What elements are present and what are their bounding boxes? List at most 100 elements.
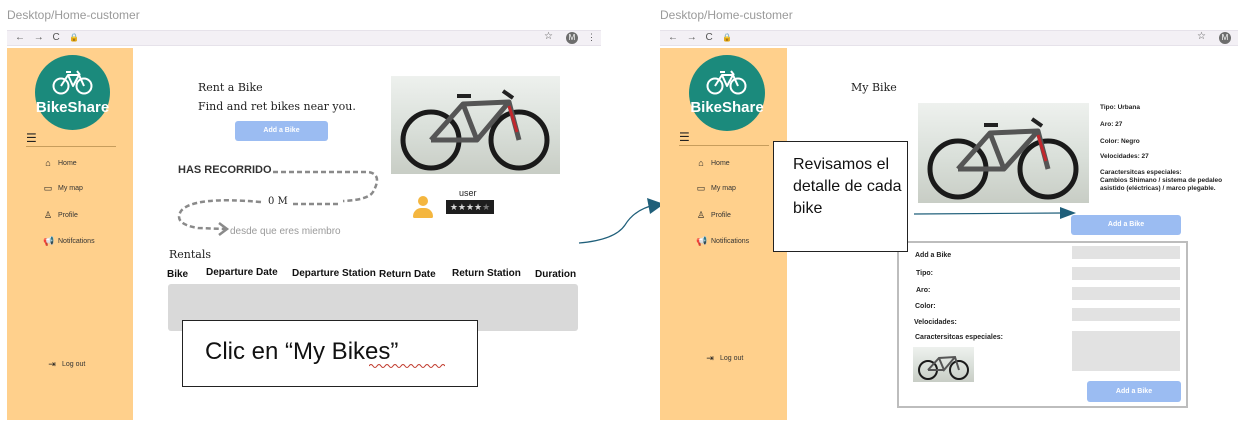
detail-tipo: Tipo: Urbana xyxy=(1100,104,1140,111)
folder-icon: ▭ xyxy=(696,183,706,193)
table-header: Departure Station xyxy=(292,268,376,279)
logout-button[interactable]: ⇥ Log out xyxy=(705,353,743,364)
browser-bar: ← → C 🔒 ☆ M xyxy=(660,30,1238,46)
sidebar-item-home[interactable]: ⌂ Home xyxy=(43,158,77,168)
logout-button[interactable]: ⇥ Log out xyxy=(47,359,85,370)
bike-image xyxy=(391,76,560,174)
star-icon[interactable]: ☆ xyxy=(544,31,553,42)
folder-icon: ▭ xyxy=(43,183,53,193)
menu-dots-icon[interactable]: ⋮ xyxy=(587,32,596,43)
hamburger-icon[interactable]: ☰ xyxy=(679,130,690,144)
divider xyxy=(26,146,116,147)
table-header: Bike xyxy=(167,269,189,280)
logo-text: BikeShare xyxy=(690,99,764,116)
callout-text: Clic en “My Bikes” xyxy=(205,338,399,365)
sidebar-item-home[interactable]: ⌂ Home xyxy=(696,158,730,168)
divider xyxy=(679,145,769,146)
lock-icon: 🔒 xyxy=(722,33,732,42)
submit-add-bike-button[interactable]: Add a Bike xyxy=(1087,381,1181,402)
aro-field[interactable] xyxy=(1072,287,1180,300)
callout-text: Revisamos el detalle de cada bike xyxy=(793,156,902,217)
sidebar-item-notifications[interactable]: 📢 Notifcations xyxy=(43,236,95,247)
rating-stars: ★★★★★ xyxy=(446,200,494,214)
flow-arrow xyxy=(578,198,664,244)
logout-label: Log out xyxy=(62,361,86,368)
especiales-field[interactable] xyxy=(1072,331,1180,371)
form-label-aro: Aro: xyxy=(916,287,931,294)
user-icon: ♙ xyxy=(696,210,706,220)
sidebar-item-label: Profile xyxy=(58,212,78,219)
callout-box: Revisamos el detalle de cada bike xyxy=(773,141,908,252)
sidebar: BikeShare ☰ ⌂ Home ▭ My map ♙ Profile 📢 … xyxy=(7,48,133,420)
pointer-arrow xyxy=(913,207,1076,219)
sidebar-item-profile[interactable]: ♙ Profile xyxy=(43,210,78,221)
sidebar-item-profile[interactable]: ♙ Profile xyxy=(696,210,731,221)
rentals-title: Rentals xyxy=(169,248,212,261)
add-bike-button[interactable]: Add a Bike xyxy=(1071,215,1181,235)
sidebar-item-label: Notifications xyxy=(711,238,750,245)
form-title: Add a Bike xyxy=(915,252,952,259)
screen-title: Desktop/Home-customer xyxy=(7,8,140,22)
form-label-color: Color: xyxy=(915,303,936,310)
color-field[interactable] xyxy=(1072,308,1180,321)
hamburger-icon[interactable]: ☰ xyxy=(26,131,37,145)
logout-label: Log out xyxy=(720,355,744,362)
form-label-especiales: Caractersitcas especiales: xyxy=(915,334,1003,341)
tipo-field[interactable] xyxy=(1072,267,1180,280)
distance-value: 0 M xyxy=(268,196,288,207)
rent-subtitle: Find and ret bikes near you. xyxy=(198,100,356,113)
bike-icon xyxy=(927,117,1079,200)
lock-icon: 🔒 xyxy=(69,33,79,42)
add-bike-form: Add a Bike Tipo: Aro: Color: Velocidades… xyxy=(897,241,1188,408)
sidebar-item-label: My map xyxy=(711,185,736,192)
sidebar-item-label: Home xyxy=(58,159,77,167)
page-title: My Bike xyxy=(851,81,897,94)
table-header: Departure Date xyxy=(206,267,278,278)
callout-box: Clic en “My Bikes” xyxy=(182,320,478,387)
detail-especiales-label: Caractersitcas especiales: xyxy=(1100,169,1182,176)
browser-nav-buttons[interactable]: ← → C xyxy=(15,32,63,43)
table-header: Return Date xyxy=(379,269,436,280)
user-avatar-icon xyxy=(413,196,433,218)
sidebar-item-label: My map xyxy=(58,185,83,192)
name-field[interactable] xyxy=(1072,246,1180,259)
bike-icon xyxy=(52,70,93,95)
logo-text: BikeShare xyxy=(35,99,110,116)
home-icon: ⌂ xyxy=(698,158,704,168)
rent-title: Rent a Bike xyxy=(198,81,263,94)
avatar[interactable]: M xyxy=(1219,32,1231,44)
megaphone-icon: 📢 xyxy=(43,236,55,246)
sidebar-item-my-map[interactable]: ▭ My map xyxy=(43,183,83,194)
add-bike-button[interactable]: Add a Bike xyxy=(235,121,328,141)
avatar[interactable]: M xyxy=(566,32,578,44)
sidebar-item-label: Notifcations xyxy=(58,238,95,245)
sidebar-item-notifications[interactable]: 📢 Notifications xyxy=(696,236,749,247)
megaphone-icon: 📢 xyxy=(696,236,708,246)
bike-icon xyxy=(706,70,747,95)
logout-icon: ⇥ xyxy=(706,353,714,363)
detail-especiales-value: Cambios Shimano / sistema de pedaleo asi… xyxy=(1100,177,1223,192)
bike-thumbnail[interactable] xyxy=(913,347,974,382)
spellcheck-underline xyxy=(369,364,445,368)
bike-details: Tipo: Urbana Aro: 27 Color: Negro Veloci… xyxy=(1100,104,1230,193)
user-icon: ♙ xyxy=(43,210,53,220)
screen-title: Desktop/Home-customer xyxy=(660,8,793,22)
sidebar-item-label: Profile xyxy=(711,212,731,219)
browser-nav-buttons[interactable]: ← → C xyxy=(668,32,716,43)
detail-velocidades: Velocidades: 27 xyxy=(1100,153,1149,160)
sidebar-item-my-map[interactable]: ▭ My map xyxy=(696,183,736,194)
logo[interactable]: BikeShare xyxy=(35,55,110,130)
bike-image xyxy=(918,103,1089,203)
bike-icon xyxy=(400,89,550,171)
form-label-velocidades: Velocidades: xyxy=(914,319,957,326)
sidebar: BikeShare ☰ ⌂ Home ▭ My map ♙ Profile 📢 … xyxy=(660,48,787,420)
logout-icon: ⇥ xyxy=(48,359,56,369)
sidebar-item-label: Home xyxy=(711,159,730,167)
bike-icon xyxy=(918,355,969,380)
detail-color: Color: Negro xyxy=(1100,138,1140,145)
star-icon[interactable]: ☆ xyxy=(1197,31,1206,42)
table-header: Duration xyxy=(535,269,577,280)
detail-aro: Aro: 27 xyxy=(1100,121,1123,128)
logo[interactable]: BikeShare xyxy=(689,55,765,131)
table-header: Return Station xyxy=(452,268,521,279)
